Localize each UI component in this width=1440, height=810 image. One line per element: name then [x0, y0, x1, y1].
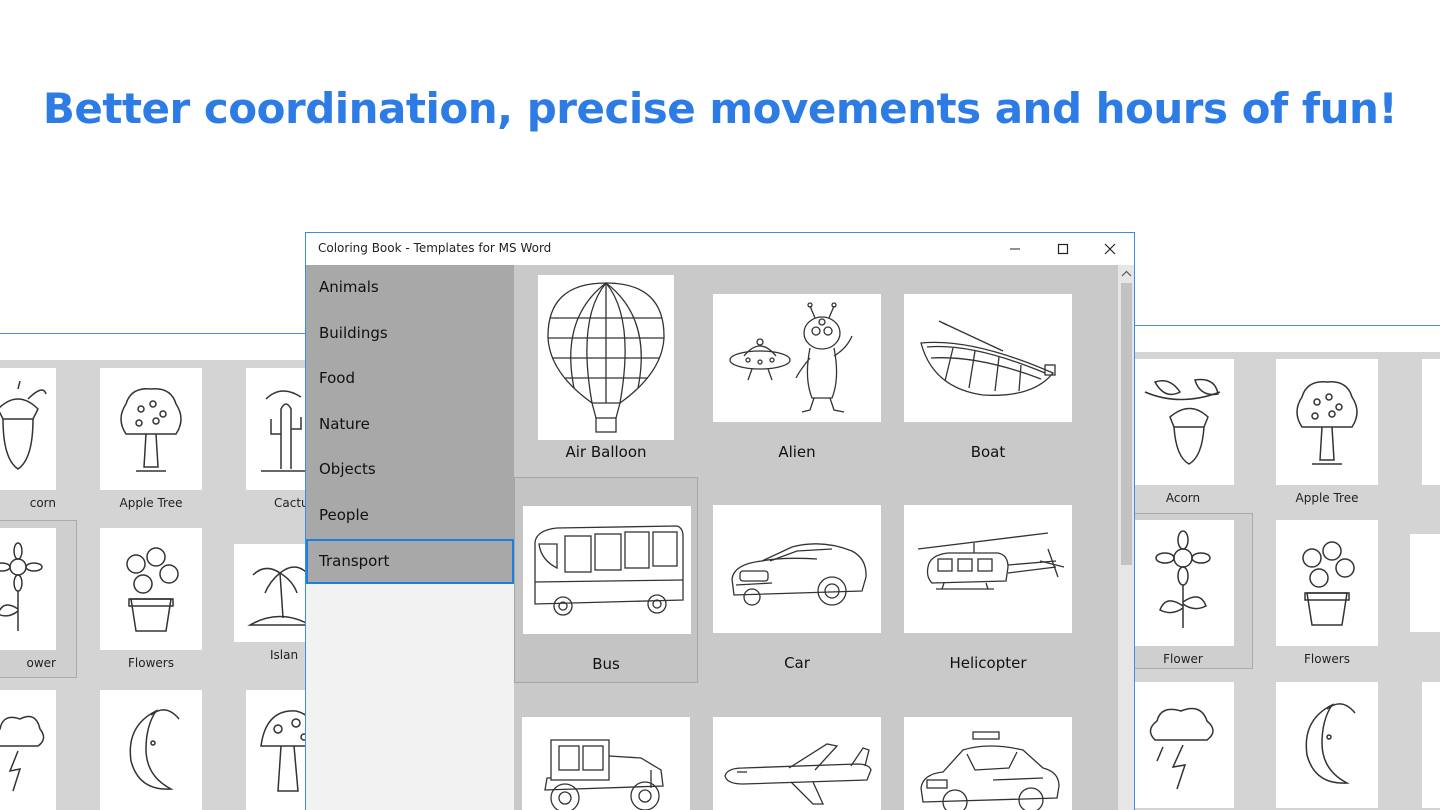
flower-icon — [0, 542, 43, 631]
close-icon — [1104, 243, 1116, 255]
acorn-icon — [1144, 378, 1221, 465]
category-buildings[interactable]: Buildings — [306, 311, 514, 357]
app-window: Coloring Book - Templates for MS Word An… — [305, 232, 1135, 810]
category-objects[interactable]: Objects — [306, 447, 514, 493]
template-label: Bus — [592, 655, 620, 673]
bg-tile-label: corn — [29, 496, 56, 510]
bg-tile-flowers: Flowers — [1276, 520, 1378, 666]
maximize-button[interactable] — [1040, 233, 1086, 265]
bg-tile-cloud — [1132, 682, 1234, 808]
bg-tile-partial — [1422, 682, 1440, 808]
title-bar: Coloring Book - Templates for MS Word — [306, 233, 1134, 265]
storm-cloud-icon — [0, 715, 45, 792]
boat-icon — [920, 320, 1056, 396]
bg-tile-apple-tree: Apple Tree — [100, 368, 202, 510]
flower-icon — [1155, 530, 1211, 628]
template-label: Air Balloon — [565, 443, 647, 461]
bg-tile-acorn: Acorn — [1132, 359, 1234, 505]
category-nature[interactable]: Nature — [306, 402, 514, 448]
bg-tile-label: Flower — [1163, 652, 1203, 666]
template-label: Boat — [970, 443, 1006, 461]
template-tile-boat[interactable]: Boat — [896, 265, 1080, 465]
bg-tile-label: Flowers — [1304, 652, 1350, 666]
template-label: Car — [784, 654, 810, 672]
bg-tile-moon — [100, 690, 202, 810]
template-grid: Air Balloon Alien Boat Bus Car Helicopte… — [514, 265, 1118, 810]
template-tile-air-balloon[interactable]: Air Balloon — [514, 265, 698, 465]
category-transport[interactable]: Transport — [306, 538, 514, 585]
alien-icon — [729, 302, 853, 413]
category-people[interactable]: People — [306, 493, 514, 539]
background-window-strip — [0, 334, 320, 360]
flowers-pot-icon — [126, 547, 179, 632]
apple-tree-icon — [120, 388, 182, 472]
background-window-strip — [1118, 326, 1440, 352]
moon-icon — [1305, 703, 1356, 784]
bg-tile-acorn: corn — [0, 368, 56, 510]
bg-tile-label: Apple Tree — [119, 496, 183, 510]
bg-tile-label: Apple Tree — [1295, 491, 1359, 505]
vertical-scrollbar[interactable] — [1118, 265, 1135, 810]
minimize-button[interactable] — [992, 233, 1038, 265]
category-animals[interactable]: Animals — [306, 265, 514, 311]
template-tile-police-car[interactable] — [896, 695, 1080, 810]
helicopter-icon — [917, 532, 1065, 590]
vintage-car-icon — [544, 739, 664, 810]
police-car-icon — [920, 731, 1060, 810]
category-list: Animals Buildings Food Nature Objects Pe… — [306, 265, 514, 585]
template-tile-helicopter[interactable]: Helicopter — [896, 477, 1080, 683]
bg-tile-label: Acorn — [1165, 491, 1201, 505]
background-window-left: corn Apple Tree Cactu ower Flowers Islan — [0, 333, 320, 810]
template-label: Helicopter — [949, 654, 1027, 672]
category-sidebar: Animals Buildings Food Nature Objects Pe… — [306, 265, 514, 810]
car-icon — [731, 543, 867, 606]
template-tile-vintage-car[interactable] — [514, 695, 698, 810]
bus-icon — [534, 525, 684, 616]
moon-icon — [129, 709, 180, 790]
flowers-pot-icon — [1302, 541, 1355, 626]
headline: Better coordination, precise movements a… — [42, 84, 1398, 133]
airplane-icon — [724, 743, 872, 805]
air-balloon-icon — [547, 281, 665, 433]
bg-tile-label: ower — [26, 656, 56, 670]
window-title: Coloring Book - Templates for MS Word — [318, 241, 552, 255]
bg-tile-label: Flowers — [128, 656, 174, 670]
maximize-icon — [1057, 243, 1069, 255]
scroll-up-icon[interactable] — [1118, 267, 1135, 281]
storm-cloud-icon — [1149, 707, 1214, 790]
template-label: Alien — [778, 443, 816, 461]
bg-tile-cloud — [0, 690, 56, 810]
bg-tile-partial — [1410, 534, 1440, 632]
category-food[interactable]: Food — [306, 356, 514, 402]
background-window-right: Acorn Apple Tree Flower Flowers — [1118, 325, 1440, 810]
acorn-icon — [0, 380, 47, 470]
bg-tile-partial — [1422, 359, 1440, 485]
bg-tile-flower: ower — [0, 528, 56, 670]
close-button[interactable] — [1087, 233, 1133, 265]
apple-tree-icon — [1296, 381, 1358, 465]
bg-tile-flower: Flower — [1132, 520, 1234, 666]
template-tile-alien[interactable]: Alien — [705, 265, 889, 465]
template-tile-bus[interactable]: Bus — [514, 477, 698, 683]
scroll-thumb[interactable] — [1121, 283, 1132, 565]
template-tile-car[interactable]: Car — [705, 477, 889, 683]
bg-tile-apple-tree: Apple Tree — [1276, 359, 1378, 505]
bg-tile-flowers: Flowers — [100, 528, 202, 670]
bg-tile-moon — [1276, 682, 1378, 808]
template-tile-airplane[interactable] — [705, 695, 889, 810]
minimize-icon — [1010, 248, 1020, 250]
